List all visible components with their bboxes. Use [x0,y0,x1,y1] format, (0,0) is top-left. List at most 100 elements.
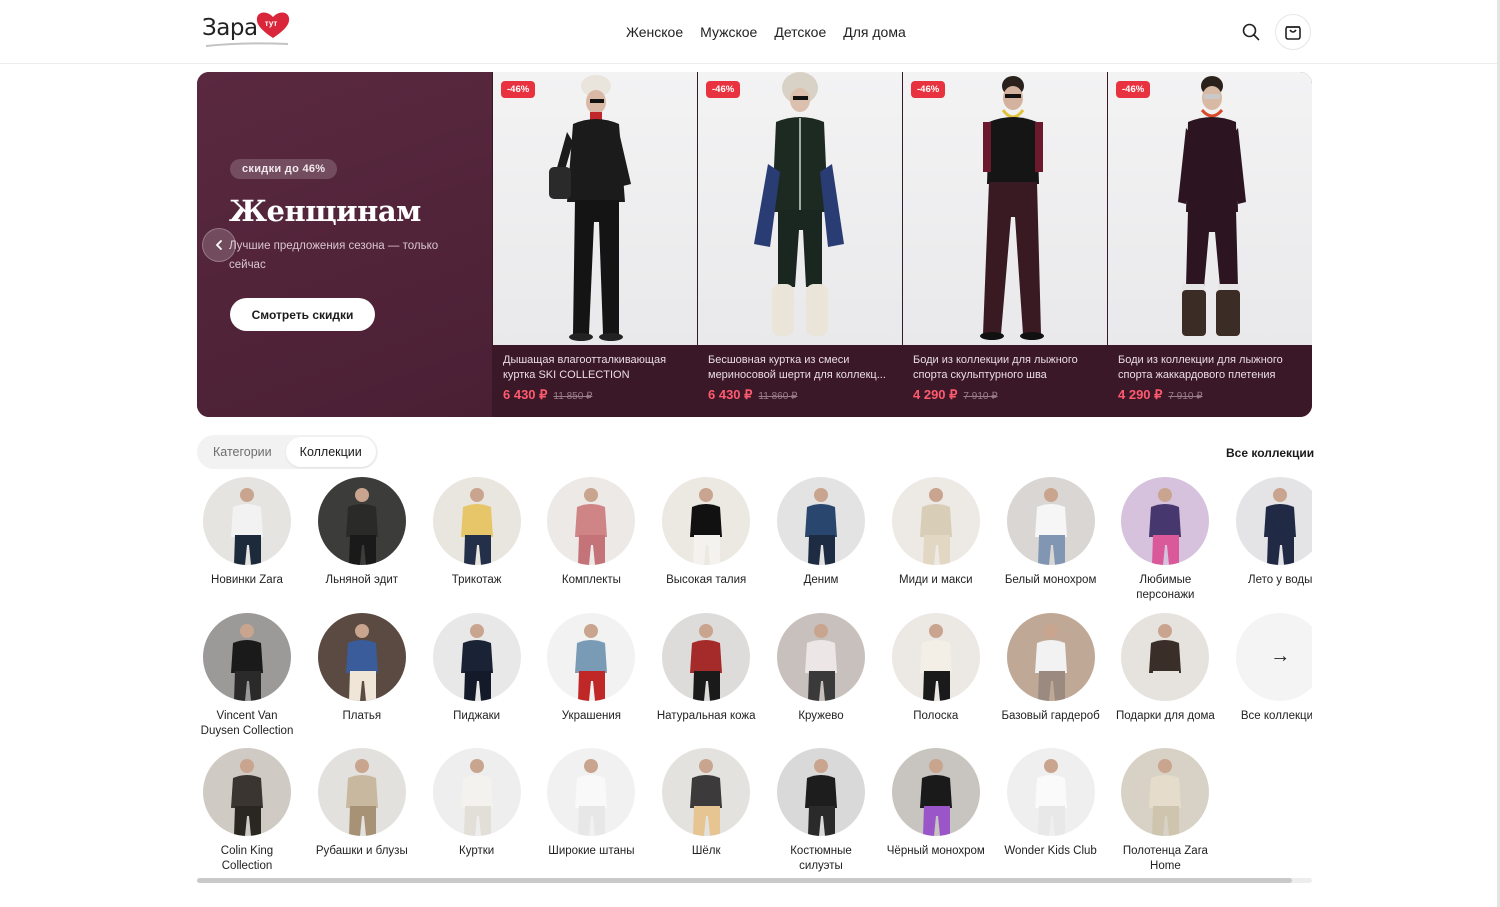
discount-badge: -46% [706,81,741,98]
shopping-bag-icon [1285,26,1301,40]
collection-vincent-van-duysen[interactable]: Vincent Van Duysen Collection [197,612,297,739]
collection-basic-wardrobe[interactable]: Базовый гардероб [1001,612,1101,724]
product-info: Дышащая влагоотталкивающая куртка SKI CO… [493,345,697,417]
nav-home[interactable]: Для дома [843,24,906,40]
collection-home-gifts[interactable]: Подарки для дома [1115,612,1215,724]
product-card[interactable]: -46% Бесшовная куртка из смеси мериносов… [697,72,902,417]
product-price: 4 290 ₽ [1118,387,1163,402]
sale-badge: скидки до 46% [230,159,338,179]
collection-black-monochrome[interactable]: Чёрный монохром [886,748,986,859]
logo[interactable]: Зара тут [202,12,291,48]
collection-label: Подарки для дома [1115,709,1215,722]
collection-leather[interactable]: Натуральная кожа [656,612,756,724]
person-shirt-icon [317,748,406,836]
nav-kids[interactable]: Детское [774,24,826,40]
cart-button[interactable] [1275,14,1311,50]
all-collections-link[interactable]: Все коллекции [1226,446,1314,460]
person-beige-icon [891,477,980,565]
white-trousers-icon [547,748,636,836]
product-image [493,72,697,345]
product-card[interactable]: -46% Боди из коллекции для лыжного спорт… [902,72,1107,417]
product-old-price: 11 850 ₽ [553,391,593,402]
collection-label: Высокая талия [666,574,747,586]
tab-categories[interactable]: Категории [199,437,286,467]
collection-colin-king[interactable]: Colin King Collection [197,748,297,874]
site-header: Зара тут Женское Мужское Детское Для дом… [0,0,1500,64]
collection-label: Костюмные силуэты [790,845,852,872]
collection-summer-by-water[interactable]: Лето у воды [1230,477,1312,588]
heart-logo-icon: тут [255,10,291,40]
logo-badge-text: тут [264,19,278,28]
discount-badge: -46% [501,81,536,98]
collection-blazers[interactable]: Пиджаки [427,612,527,724]
discount-badge: -46% [911,81,946,98]
product-carousel: -46% Дышащая влагоотталкивающая куртка S… [492,72,1312,417]
collection-lace[interactable]: Кружево [771,612,871,724]
collection-label: Colin King Collection [220,845,274,872]
product-old-price: 7 910 ₽ [1168,391,1203,402]
nav-men[interactable]: Мужское [700,24,757,40]
collection-label: Украшения [561,709,622,722]
person-basic-icon [1006,612,1095,701]
hero-promo-panel: скидки до 46% Женщинам Лучшие предложени… [197,72,492,417]
collection-silk[interactable]: Шёлк [656,748,756,859]
collection-label: Любимые персонажи [1136,574,1195,601]
necklace-icon [547,612,636,701]
collection-dresses[interactable]: Платья [312,612,412,724]
white-skirt-icon [1006,748,1095,836]
collection-jewelry[interactable]: Украшения [541,612,641,724]
search-icon[interactable] [1240,21,1262,43]
person-stripe-icon [891,612,980,701]
collection-label: Натуральная кожа [656,709,756,722]
colorful-group-icon [1121,477,1210,565]
product-image [1108,72,1312,345]
collection-label: Куртки [459,845,495,857]
product-image [698,72,902,345]
collection-label: Льняной эдит [325,574,399,586]
collection-wonder-kids-club[interactable]: Wonder Kids Club [1001,748,1101,859]
collection-knitwear[interactable]: Трикотаж [427,477,527,588]
person-casual-icon [203,477,291,565]
product-name: Боди из коллекции для лыжного спорта ску… [913,354,1078,381]
collection-midi-maxi[interactable]: Миди и макси [886,477,986,588]
collection-jackets[interactable]: Куртки [427,748,527,859]
person-suit-icon [777,748,865,836]
person-blond-icon [662,748,751,836]
collection-label: Комплекты [561,574,621,586]
product-info: Боди из коллекции для лыжного спорта ску… [903,345,1107,417]
view-discounts-button[interactable]: Смотреть скидки [230,298,375,331]
collection-label: Широкие штаны [548,845,635,857]
lace-top-icon [777,612,865,701]
collection-label: Деним [803,574,839,586]
collection-new-zara[interactable]: Новинки Zara [197,477,297,588]
collection-stripes[interactable]: Полоска [886,612,986,724]
carousel-prev-button[interactable] [202,228,236,262]
product-price: 6 430 ₽ [503,387,548,402]
collection-sets[interactable]: Комплекты [541,477,641,588]
person-yellow-icon [432,477,521,565]
person-white-icon [1006,477,1095,565]
collection-suit-silhouettes[interactable]: Костюмные силуэты [771,748,871,874]
collection-high-waist[interactable]: Высокая талия [656,477,756,588]
hero-subtitle: Лучшие предложения сезона — только сейча… [229,240,439,271]
collection-wide-trousers[interactable]: Широкие штаны [541,748,641,859]
tab-collections[interactable]: Коллекции [285,437,376,467]
pink-set-icon [547,477,636,565]
product-image [903,72,1107,345]
product-card[interactable]: -46% Дышащая влагоотталкивающая куртка S… [492,72,697,417]
collection-linen-edit[interactable]: Льняной эдит [312,477,412,588]
horizontal-scrollbar[interactable] [197,878,1292,883]
collection-label: Рубашки и блузы [315,845,408,857]
collection-all-collections-arrow[interactable]: → Все коллекции [1230,612,1312,724]
nav-women[interactable]: Женское [626,24,683,40]
product-name: Бесшовная куртка из смеси мериносовой ше… [708,354,886,381]
collection-favorite-characters[interactable]: Любимые персонажи [1115,477,1215,603]
collection-white-monochrome[interactable]: Белый монохром [1001,477,1101,588]
person-denim-icon [777,477,865,565]
collection-denim[interactable]: Деним [771,477,871,588]
red-jacket-icon [662,612,751,701]
collection-zara-home-towels[interactable]: Полотенца Zara Home [1115,748,1215,874]
vase-icon [203,748,291,836]
product-card[interactable]: -46% Боди из коллекции для лыжного спорт… [1107,72,1312,417]
collection-shirts-blouses[interactable]: Рубашки и блузы [312,748,412,859]
